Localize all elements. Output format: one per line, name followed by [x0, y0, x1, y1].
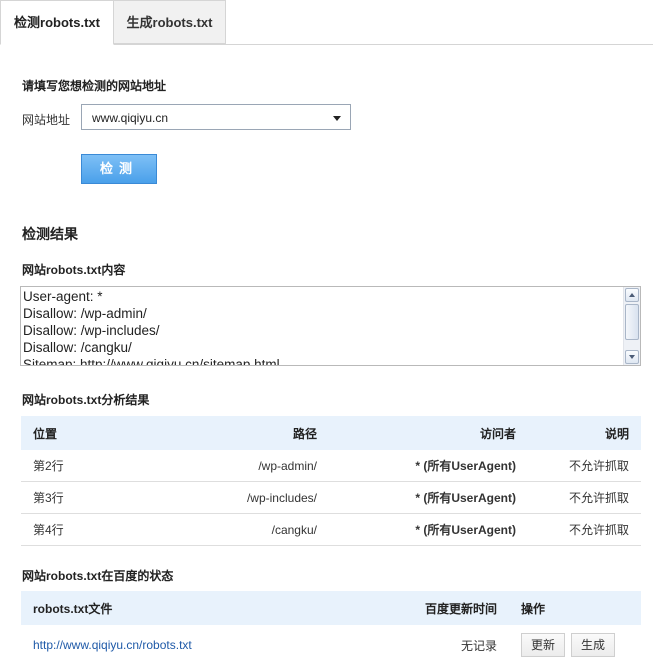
col-position: 位置 — [21, 416, 135, 450]
robots-line: Disallow: /wp-admin/ — [23, 306, 147, 321]
tab-generate-robots[interactable]: 生成robots.txt — [114, 0, 226, 44]
tab-check-robots[interactable]: 检测robots.txt — [0, 0, 114, 45]
robots-line: Disallow: /wp-includes/ — [23, 323, 160, 338]
analysis-heading: 网站robots.txt分析结果 — [22, 393, 150, 407]
operation-cell: 更新 生成 — [509, 625, 641, 665]
table-row: 第2行 /wp-admin/ * (所有UserAgent) 不允许抓取 — [21, 450, 641, 482]
row-path: /cangku/ — [135, 513, 329, 546]
row-note: 不允许抓取 — [528, 481, 641, 514]
row-position: 第3行 — [21, 481, 135, 514]
textarea-scrollbar[interactable] — [623, 287, 640, 365]
col-note: 说明 — [528, 416, 641, 450]
row-path: /wp-admin/ — [135, 450, 329, 482]
robots-line: Sitemap: http://www.qiqiyu.cn/sitemap.ht… — [23, 357, 280, 366]
check-button[interactable]: 检测 — [81, 154, 157, 184]
col-baidu-update-time: 百度更新时间 — [385, 591, 509, 625]
scroll-down-button[interactable] — [625, 350, 639, 364]
robots-line: Disallow: /cangku/ — [23, 340, 132, 355]
row-note: 不允许抓取 — [528, 450, 641, 482]
arrow-up-icon — [629, 293, 635, 297]
tab-bar: 检测robots.txt 生成robots.txt — [0, 0, 653, 45]
update-button[interactable]: 更新 — [521, 633, 565, 657]
col-path: 路径 — [135, 416, 329, 450]
content-heading: 网站robots.txt内容 — [22, 263, 126, 277]
form-heading: 请填写您想检测的网站地址 — [22, 79, 167, 93]
table-row: 第4行 /cangku/ * (所有UserAgent) 不允许抓取 — [21, 513, 641, 546]
robots-file-link[interactable]: http://www.qiqiyu.cn/robots.txt — [33, 638, 192, 652]
row-position: 第4行 — [21, 513, 135, 546]
row-path: /wp-includes/ — [135, 481, 329, 514]
table-row: 第3行 /wp-includes/ * (所有UserAgent) 不允许抓取 — [21, 481, 641, 514]
generate-button[interactable]: 生成 — [571, 633, 615, 657]
arrow-down-icon — [629, 355, 635, 359]
scroll-up-button[interactable] — [625, 288, 639, 302]
row-visitor: * (所有UserAgent) — [329, 481, 528, 514]
row-visitor: * (所有UserAgent) — [329, 513, 528, 546]
table-row: http://www.qiqiyu.cn/robots.txt 无记录 更新 生成 — [21, 625, 641, 665]
col-operation: 操作 — [509, 591, 641, 625]
site-select[interactable]: www.qiqiyu.cn — [81, 104, 351, 130]
site-select-value: www.qiqiyu.cn — [92, 111, 169, 125]
analysis-table: 位置 路径 访问者 说明 第2行 /wp-admin/ * (所有UserAge… — [21, 416, 641, 546]
col-visitor: 访问者 — [329, 416, 528, 450]
site-label: 网站地址 — [22, 113, 71, 127]
col-robots-file: robots.txt文件 — [21, 591, 385, 625]
baidu-heading: 网站robots.txt在百度的状态 — [22, 569, 174, 583]
row-note: 不允许抓取 — [528, 513, 641, 546]
scroll-thumb[interactable] — [625, 304, 639, 340]
robots-content-text: User-agent: * Disallow: /wp-admin/Disallo… — [23, 288, 280, 366]
robots-content-textarea[interactable]: User-agent: * Disallow: /wp-admin/Disallo… — [20, 286, 641, 366]
robots-line: User-agent: * — [23, 289, 103, 304]
row-position: 第2行 — [21, 450, 135, 482]
update-time-cell: 无记录 — [460, 638, 497, 653]
robots-file-cell: http://www.qiqiyu.cn/robots.txt — [21, 625, 385, 665]
baidu-header-row: robots.txt文件 百度更新时间 操作 — [21, 591, 641, 625]
analysis-header-row: 位置 路径 访问者 说明 — [21, 416, 641, 450]
row-visitor: * (所有UserAgent) — [329, 450, 528, 482]
baidu-status-table: robots.txt文件 百度更新时间 操作 http://www.qiqiyu… — [21, 591, 641, 665]
results-heading: 检测结果 — [22, 226, 78, 242]
chevron-down-icon[interactable] — [333, 116, 341, 121]
